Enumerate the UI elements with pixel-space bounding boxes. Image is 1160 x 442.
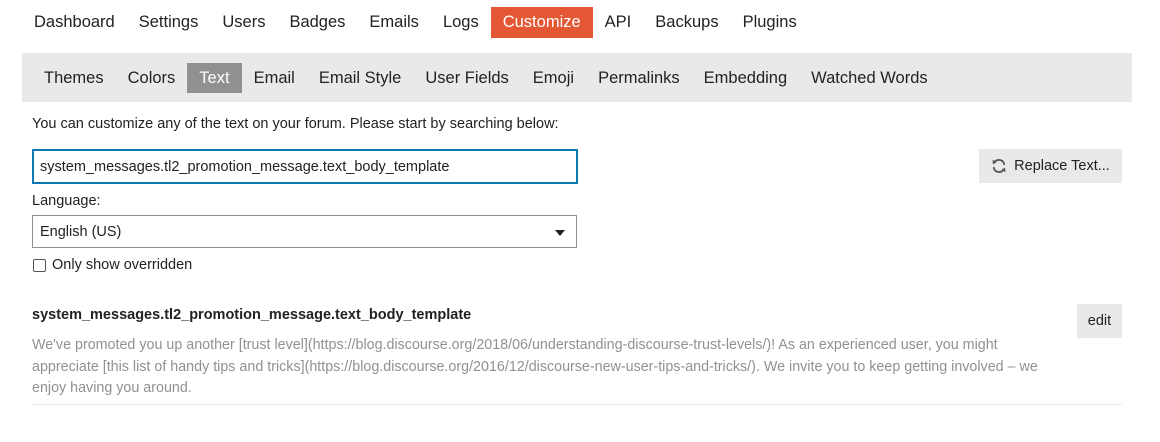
search-input[interactable] — [32, 149, 578, 184]
tab-email[interactable]: Email — [242, 63, 307, 93]
nav-emails[interactable]: Emails — [357, 7, 431, 38]
nav-api[interactable]: API — [593, 7, 644, 38]
tab-watched-words[interactable]: Watched Words — [799, 63, 939, 93]
nav-plugins[interactable]: Plugins — [731, 7, 809, 38]
tab-email-style[interactable]: Email Style — [307, 63, 414, 93]
nav-users[interactable]: Users — [210, 7, 277, 38]
nav-backups[interactable]: Backups — [643, 7, 730, 38]
nav-logs[interactable]: Logs — [431, 7, 491, 38]
tab-themes[interactable]: Themes — [32, 63, 116, 93]
language-select[interactable]: English (US) — [32, 215, 577, 248]
admin-top-nav: Dashboard Settings Users Badges Emails L… — [22, 7, 809, 38]
tab-colors[interactable]: Colors — [116, 63, 188, 93]
result-value: We've promoted you up another [trust lev… — [32, 337, 1038, 396]
replace-text-label: Replace Text... — [1014, 158, 1110, 174]
search-intro-text: You can customize any of the text on you… — [32, 116, 559, 132]
result-divider — [32, 404, 1122, 405]
customize-sub-nav: Themes Colors Text Email Email Style Use… — [22, 53, 1132, 102]
edit-button[interactable]: edit — [1077, 304, 1122, 338]
only-overridden-label: Only show overridden — [52, 257, 193, 273]
tab-user-fields[interactable]: User Fields — [413, 63, 520, 93]
tab-embedding[interactable]: Embedding — [692, 63, 799, 93]
nav-dashboard[interactable]: Dashboard — [22, 7, 127, 38]
nav-badges[interactable]: Badges — [277, 7, 357, 38]
tab-permalinks[interactable]: Permalinks — [586, 63, 692, 93]
replace-text-button[interactable]: Replace Text... — [979, 149, 1122, 183]
tab-text[interactable]: Text — [187, 63, 242, 93]
result-key: system_messages.tl2_promotion_message.te… — [32, 307, 472, 323]
refresh-icon — [992, 159, 1006, 173]
caret-down-icon — [555, 230, 565, 236]
nav-customize[interactable]: Customize — [490, 7, 593, 38]
nav-settings[interactable]: Settings — [127, 7, 211, 38]
tab-emoji[interactable]: Emoji — [521, 63, 586, 93]
language-label: Language: — [32, 193, 101, 209]
only-overridden-checkbox[interactable] — [33, 258, 46, 272]
only-overridden-filter[interactable]: Only show overridden — [33, 257, 192, 273]
customize-tabs: Themes Colors Text Email Email Style Use… — [32, 63, 940, 93]
language-selected-value: English (US) — [40, 223, 122, 240]
